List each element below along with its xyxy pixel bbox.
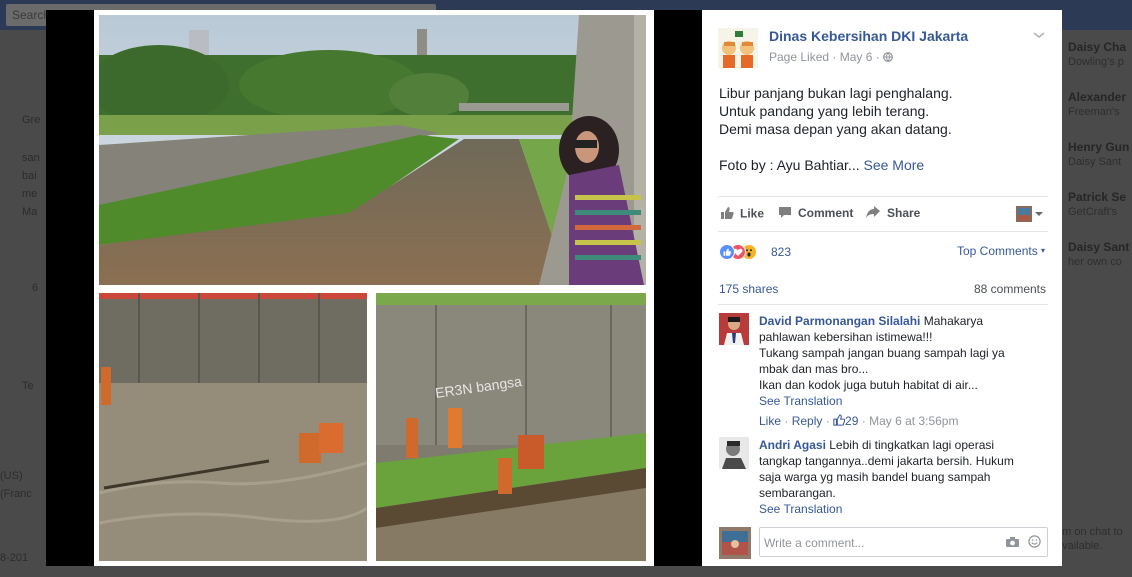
comment-text: Mahakarya xyxy=(923,314,984,328)
background-friend-item: Daisy Cha Dowling's p xyxy=(1068,40,1127,68)
background-friend-item: Daisy Sant her own co xyxy=(1068,240,1130,268)
comment-author-link[interactable]: Andri Agasi xyxy=(759,438,826,452)
post-actions-bar: Like Comment Share xyxy=(718,196,1048,232)
post-meta: Page Liked · May 6 · xyxy=(769,50,894,64)
commenter-avatar[interactable] xyxy=(719,313,749,345)
comment-text: Ikan dan kodok juga butuh habitat di air… xyxy=(759,378,978,392)
comment-reply-link[interactable]: Reply xyxy=(792,414,823,428)
like-reaction-icon xyxy=(719,243,735,260)
background-text: Gre xyxy=(22,114,41,126)
caret-down-icon: ▾ xyxy=(1041,246,1046,255)
see-translation-link[interactable]: See Translation xyxy=(759,393,1051,409)
comment-text: sembarangan. xyxy=(759,486,836,500)
comments-count: 88 comments xyxy=(973,282,1046,296)
post-line: Foto by : Ayu Bahtiar... See More xyxy=(719,157,925,173)
share-as-avatar-selector[interactable] xyxy=(1016,205,1044,223)
background-text: bai xyxy=(22,170,37,182)
post-date-link[interactable]: May 6 xyxy=(840,50,873,64)
comment-body: David Parmonangan Silalahi Mahakarya pah… xyxy=(759,313,1051,429)
background-text: 8-201 xyxy=(0,552,29,564)
comment-like-link[interactable]: Like xyxy=(759,414,781,428)
divider xyxy=(718,304,1048,305)
background-text: Te xyxy=(22,380,34,392)
current-user-avatar xyxy=(719,527,751,559)
post-options-chevron-icon[interactable] xyxy=(1032,30,1046,42)
see-translation-link[interactable]: See Translation xyxy=(759,501,1051,517)
comment-text: mbak dan mas bro... xyxy=(759,362,869,376)
post-message: Libur panjang bukan lagi penghalang. Unt… xyxy=(719,84,953,174)
comment-text: tangkap tangannya..demi jakarta bersih. … xyxy=(759,454,1014,468)
background-text: (US) xyxy=(0,470,23,482)
canal-photo-workers-bank: ER3N bangsa xyxy=(376,293,646,561)
emoji-icon[interactable] xyxy=(1028,535,1041,551)
background-text: um on chat to available. xyxy=(1056,526,1123,552)
background-text: san xyxy=(22,152,40,164)
background-friend-item: Henry Gun Daisy Sant xyxy=(1068,140,1130,168)
comment-text: pahlawan kebersihan istimewa!!! xyxy=(759,330,933,344)
comment-icon xyxy=(778,206,792,222)
photo-collage[interactable]: ER3N bangsa xyxy=(94,10,654,566)
comment-text: saja warga yg masih bandel buang sampah xyxy=(759,470,991,484)
comment-text: Tukang sampah jangan buang sampah lagi y… xyxy=(759,346,1005,360)
meta-separator: · xyxy=(875,50,884,64)
comment-input-icons xyxy=(1005,535,1041,551)
globe-icon xyxy=(883,50,894,64)
canal-photo-main xyxy=(99,15,646,285)
background-friend-item: Patrick Se GetCraft's xyxy=(1068,190,1127,218)
comment-button[interactable]: Comment xyxy=(778,206,853,222)
camera-icon[interactable] xyxy=(1005,536,1024,551)
see-more-link[interactable]: See More xyxy=(864,157,925,173)
share-arrow-icon xyxy=(866,206,881,222)
like-button[interactable]: Like xyxy=(720,206,764,223)
post-panel: Dinas Kebersihan DKI Jakarta Page Liked … xyxy=(702,10,1062,566)
background-text: (Franc xyxy=(0,488,32,500)
background-right-column: Daisy Cha Dowling's p Alexander Freeman's … xyxy=(1056,30,1132,577)
comment-author-link[interactable]: David Parmonangan Silalahi xyxy=(759,314,920,328)
background-left-column: Gre san bai me Ma 6 Te (US) (Franc 8-201 xyxy=(0,30,46,577)
canal-photo-workers-water xyxy=(99,293,367,561)
reaction-count[interactable]: 823 xyxy=(771,245,791,259)
post-line: Untuk pandang yang lebih terang. xyxy=(719,103,930,119)
page-name-link[interactable]: Dinas Kebersihan DKI Jakarta xyxy=(769,28,968,44)
comment-body: Andri Agasi Lebih di tingkatkan lagi ope… xyxy=(759,437,1051,517)
comment-likes-count[interactable]: 29 xyxy=(833,414,858,428)
background-text: me xyxy=(22,188,38,200)
comment-text: Lebih di tingkatkan lagi operasi xyxy=(829,438,995,452)
photo-theater: ER3N bangsa xyxy=(46,10,702,566)
background-friend-item: Alexander Freeman's xyxy=(1068,90,1127,118)
comment-timestamp[interactable]: May 6 at 3:56pm xyxy=(869,414,958,428)
thumbs-up-icon xyxy=(833,414,846,428)
background-text: 6 xyxy=(32,282,39,294)
comment-meta: Like · Reply · 29 · May 6 at 3:56pm xyxy=(759,414,959,428)
post-line: Libur panjang bukan lagi penghalang. xyxy=(719,85,953,101)
thumbs-up-icon xyxy=(720,206,734,223)
write-comment-row: Write a comment... xyxy=(719,527,1049,559)
shares-count-link[interactable]: 175 shares xyxy=(719,282,778,296)
page-avatar[interactable] xyxy=(718,28,758,68)
post-line: Demi masa depan yang akan datang. xyxy=(719,121,952,137)
reaction-summary[interactable]: 823 xyxy=(719,243,791,261)
page-liked-label: Page Liked xyxy=(769,50,830,64)
commenter-avatar[interactable] xyxy=(719,437,749,469)
share-button[interactable]: Share xyxy=(866,206,920,222)
meta-separator: · xyxy=(832,50,840,64)
background-text: Ma xyxy=(22,206,38,218)
top-comments-dropdown[interactable]: Top Comments ▾ xyxy=(957,244,1045,258)
